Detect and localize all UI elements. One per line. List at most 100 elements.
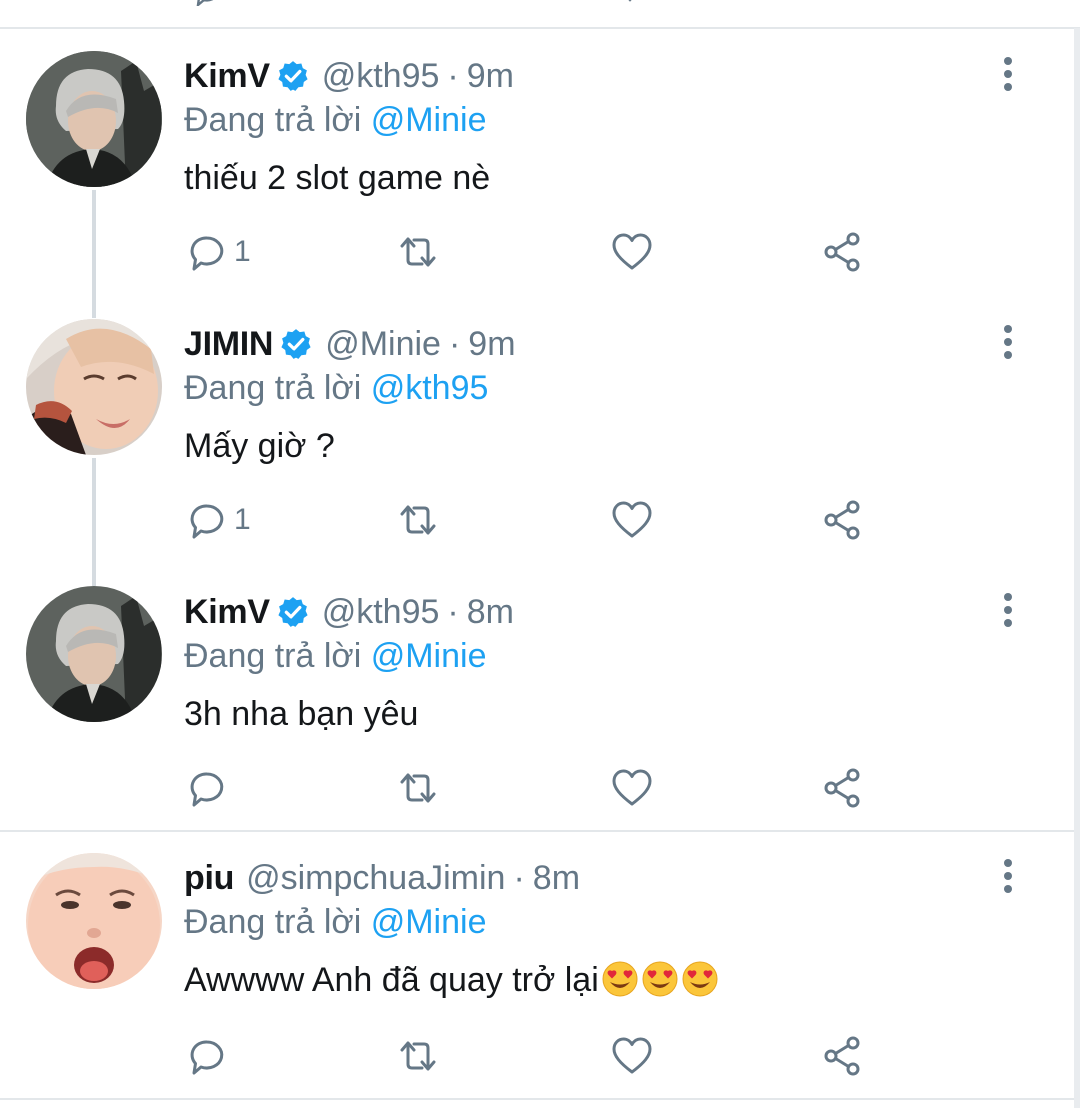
share-icon xyxy=(824,232,860,272)
avatar-photo-piu xyxy=(26,853,162,989)
heart-icon[interactable] xyxy=(617,0,643,6)
display-name[interactable]: KimV xyxy=(184,56,270,96)
reply-icon xyxy=(190,236,224,271)
retweet-button[interactable] xyxy=(396,230,440,274)
timestamp[interactable]: 8m xyxy=(467,592,514,632)
reply-prefix: Đang trả lời xyxy=(184,903,362,941)
display-name[interactable]: KimV xyxy=(184,592,270,632)
reply-context: Đang trả lời @Minie xyxy=(184,636,486,676)
thread-line xyxy=(92,190,96,318)
previous-tweet-remnant xyxy=(0,0,1080,29)
avatar[interactable] xyxy=(26,319,162,455)
tweet-text: Mấy giờ ? xyxy=(184,427,335,465)
retweet-icon xyxy=(400,237,436,267)
share-icon[interactable] xyxy=(838,0,864,6)
avatar[interactable] xyxy=(26,51,162,187)
verified-badge-icon xyxy=(278,61,308,91)
separator: · xyxy=(447,57,459,95)
reply-mention[interactable]: @Minie xyxy=(371,903,487,941)
handle[interactable]: @kth95 xyxy=(322,56,440,96)
verified-badge-icon xyxy=(278,597,308,627)
tweet-header: KimV @kth95 · 9m xyxy=(184,56,514,96)
reply-prefix: Đang trả lời xyxy=(184,637,362,675)
divider xyxy=(0,830,1074,832)
separator: · xyxy=(447,593,459,631)
reply-mention[interactable]: @Minie xyxy=(371,637,487,675)
reply-context: Đang trả lời @Minie xyxy=(184,902,486,942)
retweet-button[interactable] xyxy=(396,1034,440,1078)
timestamp[interactable]: 8m xyxy=(533,858,580,898)
reply-button[interactable]: 1 xyxy=(186,230,251,274)
timestamp[interactable]: 9m xyxy=(467,56,514,96)
tweet-text-line: Awwww Anh đã quay trở lại xyxy=(184,960,719,1000)
avatar-photo-kimv xyxy=(26,51,162,187)
retweet-icon[interactable] xyxy=(402,0,428,6)
like-button[interactable] xyxy=(610,230,654,274)
retweet-button[interactable] xyxy=(396,498,440,542)
tweet-text: thiếu 2 slot game nè xyxy=(184,159,491,197)
heart-icon xyxy=(612,501,652,538)
reply-icon xyxy=(190,772,224,807)
reply-button[interactable] xyxy=(186,766,230,810)
display-name[interactable]: piu xyxy=(184,858,234,898)
heart-icon xyxy=(612,1037,652,1074)
more-vertical-icon[interactable] xyxy=(996,856,1020,896)
more-vertical-icon[interactable] xyxy=(996,322,1020,362)
reply-context: Đang trả lời @kth95 xyxy=(184,368,488,408)
reply-context: Đang trả lời @Minie xyxy=(184,100,486,140)
tweet-text: Awwww Anh đã quay trở lại xyxy=(184,961,599,999)
retweet-icon xyxy=(400,505,436,535)
heart-icon xyxy=(612,769,652,806)
like-button[interactable] xyxy=(610,1034,654,1078)
tweet-header: JIMIN @Minie · 9m xyxy=(184,324,516,364)
divider xyxy=(0,1098,1074,1100)
share-icon xyxy=(824,500,860,540)
avatar-photo-jimin xyxy=(26,319,162,455)
tweet-header: piu @simpchuaJimin · 8m xyxy=(184,858,580,898)
retweet-icon xyxy=(400,773,436,803)
reply-button[interactable]: 1 xyxy=(186,498,251,542)
reply-mention[interactable]: @kth95 xyxy=(371,369,489,407)
retweet-button[interactable] xyxy=(396,766,440,810)
reply-count: 1 xyxy=(234,503,251,536)
tweet-header: KimV @kth95 · 8m xyxy=(184,592,514,632)
share-button[interactable] xyxy=(820,230,864,274)
reply-icon xyxy=(190,504,224,539)
reply-icon[interactable] xyxy=(194,0,220,6)
timestamp[interactable]: 9m xyxy=(468,324,515,364)
verified-badge-icon xyxy=(281,329,311,359)
reply-mention[interactable]: @Minie xyxy=(371,101,487,139)
tweet-text: 3h nha bạn yêu xyxy=(184,695,419,733)
more-vertical-icon[interactable] xyxy=(996,590,1020,630)
thread-line xyxy=(92,458,96,586)
display-name[interactable]: JIMIN xyxy=(184,324,273,364)
separator: · xyxy=(448,325,461,363)
like-button[interactable] xyxy=(610,498,654,542)
reply-icon xyxy=(190,1040,224,1075)
share-icon xyxy=(824,768,860,808)
heart-icon xyxy=(612,233,652,270)
tweet-actions xyxy=(186,1034,886,1078)
avatar-photo-kimv xyxy=(26,586,162,722)
retweet-icon xyxy=(400,1041,436,1071)
heart-eyes-emoji xyxy=(682,961,718,997)
avatar[interactable] xyxy=(26,586,162,722)
reply-count: 1 xyxy=(234,235,251,268)
tweet-actions: 1 xyxy=(186,498,886,542)
like-button[interactable] xyxy=(610,766,654,810)
scroll-edge xyxy=(1074,28,1080,1108)
handle[interactable]: @Minie xyxy=(325,324,441,364)
share-button[interactable] xyxy=(820,766,864,810)
tweet-actions: 1 xyxy=(186,230,886,274)
separator: · xyxy=(513,859,525,897)
share-icon xyxy=(824,1036,860,1076)
reply-button[interactable] xyxy=(186,1034,230,1078)
handle[interactable]: @kth95 xyxy=(322,592,440,632)
handle[interactable]: @simpchuaJimin xyxy=(246,858,505,898)
more-vertical-icon[interactable] xyxy=(996,54,1020,94)
tweet-actions xyxy=(186,766,886,810)
share-button[interactable] xyxy=(820,498,864,542)
share-button[interactable] xyxy=(820,1034,864,1078)
reply-prefix: Đang trả lời xyxy=(184,101,362,139)
avatar[interactable] xyxy=(26,853,162,989)
